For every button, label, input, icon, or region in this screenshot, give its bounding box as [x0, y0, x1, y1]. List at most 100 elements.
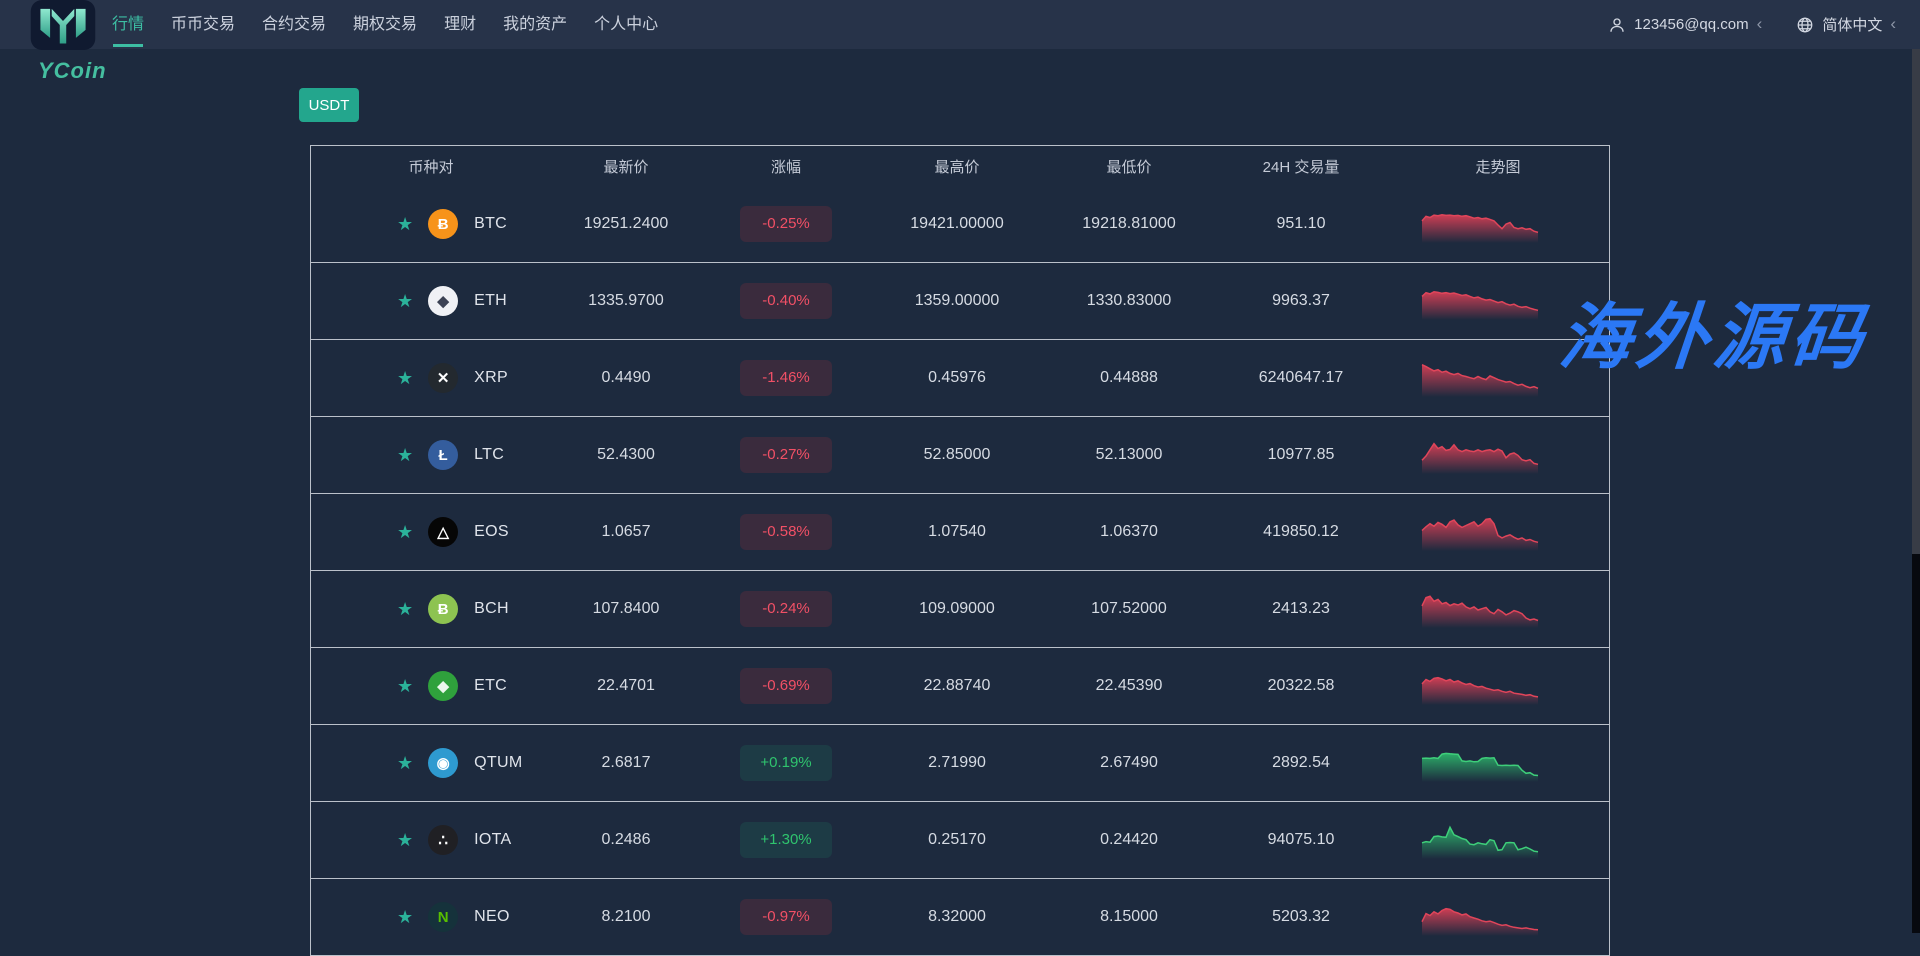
table-row-btc[interactable]: ★ɃBTC19251.2400-0.25%19421.0000019218.81…	[311, 186, 1609, 263]
nav-item-6[interactable]: 个人中心	[594, 0, 658, 49]
pair-cell: ★∴IOTA	[311, 825, 551, 855]
user-account-menu[interactable]: 123456@qq.com ‹	[1608, 16, 1762, 34]
favorite-star-icon[interactable]: ★	[397, 215, 413, 233]
pair-cell: ★◉QTUM	[311, 748, 551, 778]
pair-symbol: BTC	[474, 215, 507, 233]
nav-item-3[interactable]: 期权交易	[353, 0, 417, 49]
ycoin-logo-icon[interactable]	[30, 0, 96, 50]
column-header-5: 24H 交易量	[1215, 156, 1387, 177]
neo-coin-icon: N	[428, 902, 458, 932]
tab-usdt[interactable]: USDT	[299, 88, 359, 122]
trend-cell	[1369, 587, 1591, 631]
change-badge: -1.46%	[740, 360, 832, 396]
table-row-xrp[interactable]: ★✕XRP0.4490-1.46%0.459760.448886240647.1…	[311, 340, 1609, 417]
column-header-4: 最低价	[1043, 156, 1215, 177]
low-price-cell: 22.45390	[1043, 677, 1215, 695]
eth-coin-icon: ◆	[428, 286, 458, 316]
pair-symbol: LTC	[474, 446, 504, 464]
last-price-cell: 0.2486	[551, 831, 701, 849]
favorite-star-icon[interactable]: ★	[397, 677, 413, 695]
scrollbar-thumb[interactable]	[1912, 49, 1920, 554]
trend-cell	[1369, 741, 1591, 785]
last-price-cell: 1.0657	[551, 523, 701, 541]
change-cell: +1.30%	[701, 822, 871, 858]
table-row-neo[interactable]: ★NNEO8.2100-0.97%8.320008.150005203.32	[311, 879, 1609, 956]
change-cell: -1.46%	[701, 360, 871, 396]
market-table-body: ★ɃBTC19251.2400-0.25%19421.0000019218.81…	[311, 186, 1609, 956]
favorite-star-icon[interactable]: ★	[397, 523, 413, 541]
pair-symbol: XRP	[474, 369, 508, 387]
nav-menu: 行情币币交易合约交易期权交易理财我的资产个人中心	[112, 0, 658, 49]
table-row-iota[interactable]: ★∴IOTA0.2486+1.30%0.251700.2442094075.10	[311, 802, 1609, 879]
column-header-0: 币种对	[311, 156, 551, 177]
language-menu[interactable]: 简体中文 ‹	[1796, 14, 1896, 35]
user-icon	[1608, 16, 1626, 34]
pair-cell: ★ △ EOS	[311, 517, 551, 547]
trend-sparkline	[1420, 895, 1540, 939]
trend-cell	[1369, 433, 1591, 477]
change-badge: +1.30%	[740, 822, 832, 858]
favorite-star-icon[interactable]: ★	[397, 292, 413, 310]
etc-coin-icon: ◆	[428, 671, 458, 701]
nav-item-1[interactable]: 币币交易	[171, 0, 235, 49]
trend-cell	[1369, 818, 1591, 862]
table-row-etc[interactable]: ★◆ETC22.4701-0.69%22.8874022.4539020322.…	[311, 648, 1609, 725]
favorite-star-icon[interactable]: ★	[397, 908, 413, 926]
low-price-cell: 107.52000	[1043, 600, 1215, 618]
nav-item-4[interactable]: 理财	[444, 0, 476, 49]
trend-sparkline	[1420, 433, 1540, 477]
volume-cell: 6240647.17	[1215, 369, 1387, 387]
change-cell: -0.27%	[701, 437, 871, 473]
high-price-cell: 0.45976	[871, 369, 1043, 387]
change-badge: -0.25%	[740, 206, 832, 242]
column-header-6: 走势图	[1387, 156, 1609, 177]
table-row-eth[interactable]: ★◆ETH1335.9700-0.40%1359.000001330.83000…	[311, 263, 1609, 340]
change-badge: -0.69%	[740, 668, 832, 704]
trend-cell	[1369, 510, 1591, 554]
low-price-cell: 19218.81000	[1043, 215, 1215, 233]
favorite-star-icon[interactable]: ★	[397, 369, 413, 387]
page-scrollbar[interactable]	[1912, 49, 1920, 933]
user-email: 123456@qq.com	[1634, 16, 1748, 33]
favorite-star-icon[interactable]: ★	[397, 600, 413, 618]
pair-symbol: EOS	[474, 523, 509, 541]
favorite-star-icon[interactable]: ★	[397, 446, 413, 464]
ltc-coin-icon: Ł	[428, 440, 458, 470]
pair-cell: ★ɃBCH	[311, 594, 551, 624]
pair-cell: ★◆ETC	[311, 671, 551, 701]
trend-cell	[1369, 664, 1591, 708]
table-header-row: 币种对最新价涨幅最高价最低价24H 交易量走势图	[311, 146, 1609, 186]
table-row-qtum[interactable]: ★◉QTUM2.6817+0.19%2.719902.674902892.54	[311, 725, 1609, 802]
volume-cell: 951.10	[1215, 215, 1387, 233]
table-row-eos[interactable]: ★△EOS1.0657-0.58%1.075401.06370419850.12	[311, 494, 1609, 571]
column-header-3: 最高价	[871, 156, 1043, 177]
change-badge: -0.97%	[740, 899, 832, 935]
volume-cell: 2892.54	[1215, 754, 1387, 772]
globe-icon	[1796, 16, 1814, 34]
last-price-cell: 22.4701	[551, 677, 701, 695]
last-price-cell: 8.2100	[551, 908, 701, 926]
change-cell: -0.25%	[701, 206, 871, 242]
trend-sparkline	[1420, 818, 1540, 862]
change-cell: -0.69%	[701, 668, 871, 704]
change-badge: -0.27%	[740, 437, 832, 473]
favorite-star-icon[interactable]: ★	[397, 754, 413, 772]
volume-cell: 5203.32	[1215, 908, 1387, 926]
last-price-cell: 0.4490	[551, 369, 701, 387]
nav-item-0[interactable]: 行情	[112, 0, 144, 49]
favorite-star-icon[interactable]: ★	[397, 831, 413, 849]
nav-item-2[interactable]: 合约交易	[262, 0, 326, 49]
trend-sparkline	[1420, 279, 1540, 323]
eos-coin-icon: △	[428, 517, 458, 547]
table-row-bch[interactable]: ★ɃBCH107.8400-0.24%109.09000107.52000241…	[311, 571, 1609, 648]
market-table: 币种对最新价涨幅最高价最低价24H 交易量走势图 ★ɃBTC19251.2400…	[310, 145, 1610, 956]
nav-item-5[interactable]: 我的资产	[503, 0, 567, 49]
trend-sparkline	[1420, 587, 1540, 631]
high-price-cell: 52.85000	[871, 446, 1043, 464]
change-badge: -0.40%	[740, 283, 832, 319]
last-price-cell: 52.4300	[551, 446, 701, 464]
xrp-coin-icon: ✕	[428, 363, 458, 393]
high-price-cell: 2.71990	[871, 754, 1043, 772]
qtum-coin-icon: ◉	[428, 748, 458, 778]
table-row-ltc[interactable]: ★ŁLTC52.4300-0.27%52.8500052.1300010977.…	[311, 417, 1609, 494]
